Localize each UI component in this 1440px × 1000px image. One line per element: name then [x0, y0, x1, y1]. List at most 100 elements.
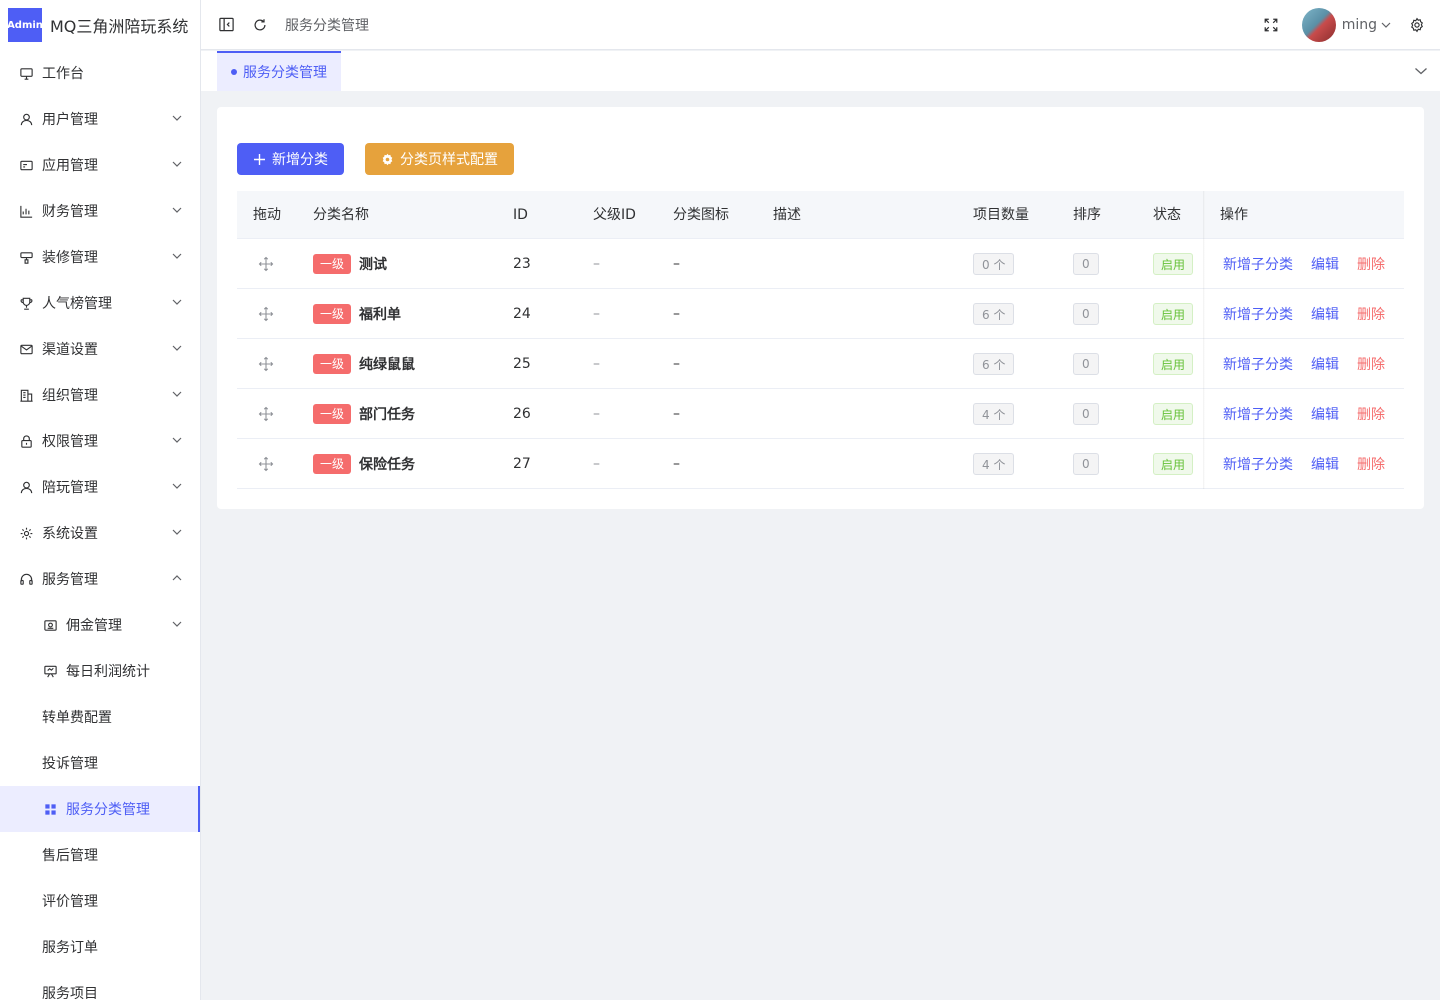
level-tag: 一级: [313, 454, 352, 474]
delete-link[interactable]: 删除: [1357, 454, 1385, 474]
table-row: 一级 测试 23 – – 0 个 0 启用 新增子分类 编辑 删除: [237, 239, 1404, 289]
add-child-category-link[interactable]: 新增子分类: [1223, 454, 1293, 474]
category-name: 纯绿鼠鼠: [359, 357, 416, 373]
count-tag: 0 个: [973, 253, 1015, 275]
sidebar-item-services[interactable]: 服务管理: [0, 556, 200, 602]
chevron-down-icon: [172, 345, 182, 351]
tab-service-category[interactable]: 服务分类管理: [217, 51, 341, 91]
edit-link[interactable]: 编辑: [1311, 454, 1339, 474]
sidebar-item-label: 佣金管理: [66, 618, 122, 634]
sidebar-item-popularity[interactable]: 人气榜管理: [0, 280, 200, 326]
avatar[interactable]: [1301, 8, 1336, 42]
status-badge: 启用: [1153, 353, 1194, 375]
status-cell: 启用: [1153, 439, 1194, 489]
sidebar-item-service-projects[interactable]: 服务项目: [0, 970, 200, 1000]
drag-handle-icon[interactable]: [258, 339, 274, 389]
add-child-category-link[interactable]: 新增子分类: [1223, 354, 1293, 374]
top-header: 服务分类管理 ming: [201, 0, 1440, 50]
delete-link[interactable]: 删除: [1357, 354, 1385, 374]
icon-cell: –: [673, 256, 680, 272]
level-tag: 一级: [313, 254, 352, 274]
edit-link[interactable]: 编辑: [1311, 354, 1339, 374]
drag-handle-icon[interactable]: [258, 389, 274, 439]
id-cell: 27: [513, 456, 531, 472]
sidebar-item-service-orders[interactable]: 服务订单: [0, 924, 200, 970]
sort-tag: 0: [1073, 403, 1099, 425]
level-tag: 一级: [313, 404, 352, 424]
sidebar-item-after-sales[interactable]: 售后管理: [0, 832, 200, 878]
sidebar-item-service-category[interactable]: 服务分类管理: [0, 786, 200, 832]
column-header: 父级ID: [593, 207, 636, 223]
drag-handle-icon[interactable]: [258, 239, 274, 289]
sidebar-item-decoration[interactable]: 装修管理: [0, 234, 200, 280]
table-row: 一级 部门任务 26 – – 4 个 0 启用 新增子分类 编辑 删除: [237, 389, 1404, 439]
app-title: MQ三角洲陪玩系统: [50, 17, 189, 36]
logo[interactable]: Admin MQ三角洲陪玩系统: [0, 0, 200, 50]
sidebar-item-transfer-fee[interactable]: 转单费配置: [0, 694, 200, 740]
add-child-category-link[interactable]: 新增子分类: [1223, 304, 1293, 324]
chevron-down-icon: [172, 253, 182, 259]
gear-icon: [18, 525, 34, 541]
tabs-dropdown-icon[interactable]: [1414, 65, 1428, 77]
delete-link[interactable]: 删除: [1357, 304, 1385, 324]
sidebar-item-commission[interactable]: 佣金管理: [0, 602, 200, 648]
chevron-down-icon[interactable]: [1380, 16, 1392, 34]
add-child-category-link[interactable]: 新增子分类: [1223, 254, 1293, 274]
chevron-down-icon: [172, 621, 182, 627]
sidebar-item-label: 服务项目: [42, 986, 98, 1000]
sidebar-item-companions[interactable]: 陪玩管理: [0, 464, 200, 510]
username[interactable]: ming: [1342, 17, 1377, 33]
settings-gear-icon[interactable]: [1408, 16, 1426, 34]
project-count-cell: 4 个: [973, 389, 1015, 439]
sidebar-item-organization[interactable]: 组织管理: [0, 372, 200, 418]
sidebar-item-apps[interactable]: 应用管理: [0, 142, 200, 188]
sidebar-item-complaints[interactable]: 投诉管理: [0, 740, 200, 786]
sidebar-item-system[interactable]: 系统设置: [0, 510, 200, 556]
logo-badge: Admin: [7, 8, 43, 42]
sidebar-item-daily-profit[interactable]: 每日利润统计: [0, 648, 200, 694]
sort-tag: 0: [1073, 353, 1099, 375]
edit-link[interactable]: 编辑: [1311, 404, 1339, 424]
chevron-down-icon: [172, 483, 182, 489]
status-cell: 启用: [1153, 339, 1194, 389]
sort-tag: 0: [1073, 303, 1099, 325]
fullscreen-icon[interactable]: [1262, 16, 1280, 34]
count-tag: 6 个: [973, 303, 1015, 325]
delete-link[interactable]: 删除: [1357, 404, 1385, 424]
category-name-cell: 一级 测试: [313, 239, 387, 289]
refresh-icon[interactable]: [251, 16, 269, 34]
headset-icon: [18, 571, 34, 587]
actions-cell: 新增子分类 编辑 删除: [1223, 439, 1403, 489]
sort-cell: 0: [1073, 439, 1099, 489]
sidebar-item-reviews[interactable]: 评价管理: [0, 878, 200, 924]
sidebar-item-label: 评价管理: [42, 894, 98, 910]
drag-handle-icon[interactable]: [258, 439, 274, 489]
sidebar-item-channel[interactable]: 渠道设置: [0, 326, 200, 372]
delete-link[interactable]: 删除: [1357, 254, 1385, 274]
sort-tag: 0: [1073, 453, 1099, 475]
edit-link[interactable]: 编辑: [1311, 254, 1339, 274]
drag-handle-icon[interactable]: [258, 289, 274, 339]
category-name-cell: 一级 部门任务: [313, 389, 415, 439]
sort-cell: 0: [1073, 239, 1099, 289]
sidebar-item-dashboard[interactable]: 工作台: [0, 50, 200, 96]
sidebar-item-permissions[interactable]: 权限管理: [0, 418, 200, 464]
sort-tag: 0: [1073, 253, 1099, 275]
count-tag: 4 个: [973, 403, 1015, 425]
column-header: 项目数量: [973, 207, 1029, 223]
chevron-down-icon: [172, 529, 182, 535]
sort-cell: 0: [1073, 389, 1099, 439]
fixed-column-divider: [1203, 191, 1205, 489]
edit-link[interactable]: 编辑: [1311, 304, 1339, 324]
icon-cell: –: [673, 406, 680, 422]
sidebar-item-users[interactable]: 用户管理: [0, 96, 200, 142]
sidebar-item-label: 系统设置: [42, 526, 98, 542]
sidebar-item-finance[interactable]: 财务管理: [0, 188, 200, 234]
breadcrumb: 服务分类管理: [285, 17, 369, 34]
chevron-down-icon: [172, 391, 182, 397]
add-category-button[interactable]: 新增分类: [237, 143, 344, 175]
category-style-config-button[interactable]: 分类页样式配置: [365, 143, 514, 175]
add-child-category-link[interactable]: 新增子分类: [1223, 404, 1293, 424]
collapse-sidebar-icon[interactable]: [217, 16, 235, 34]
building-icon: [18, 387, 34, 403]
